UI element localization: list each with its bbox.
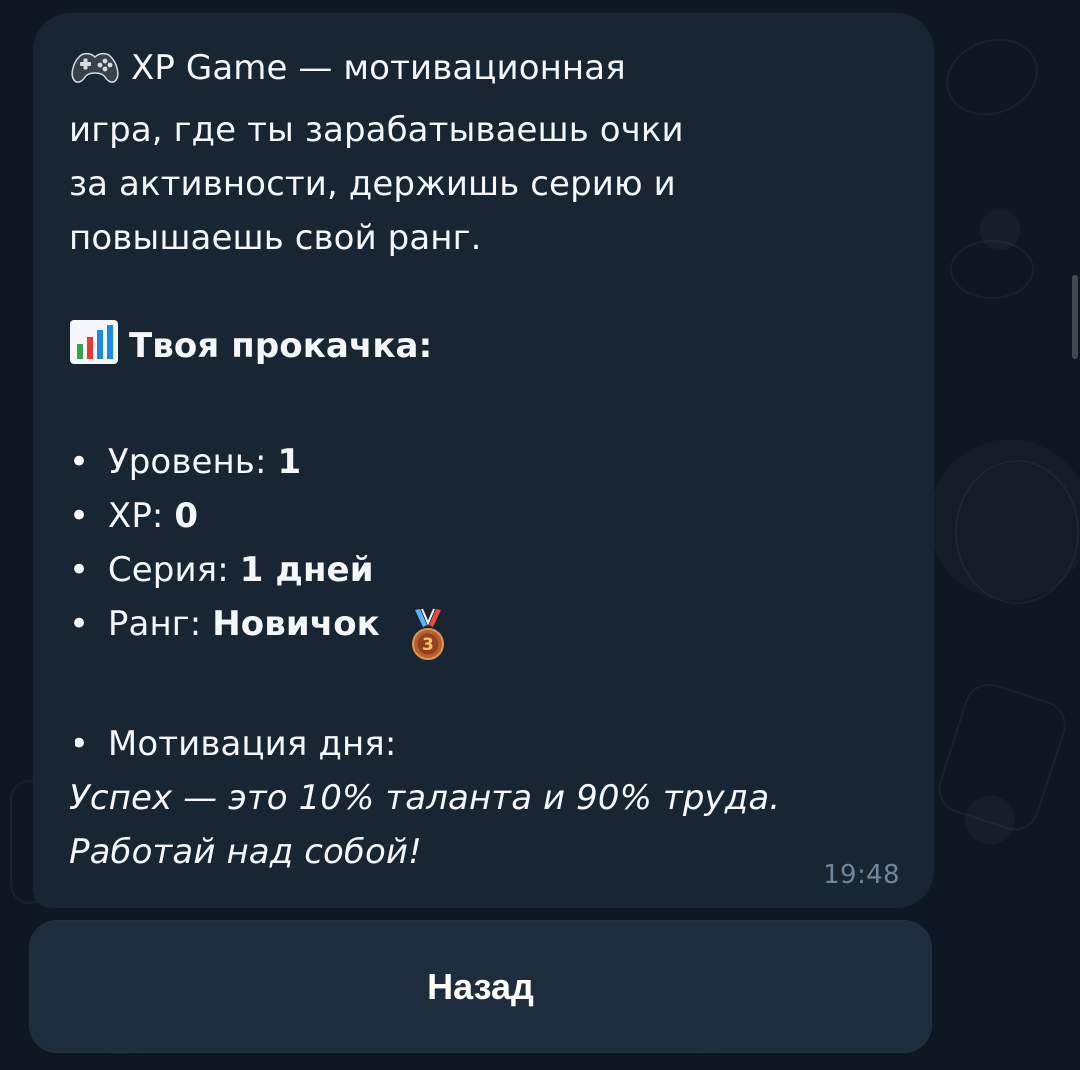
- svg-text:3: 3: [422, 635, 434, 655]
- motivation-label-line: • Мотивация дня:: [69, 717, 898, 771]
- bronze-medal-icon: 3: [399, 607, 444, 663]
- game-controller-icon: [69, 47, 121, 103]
- xp-label: XP:: [107, 496, 164, 536]
- back-button[interactable]: Назад: [29, 920, 932, 1053]
- intro-line-4: повышаешь свой ранг.: [69, 211, 898, 265]
- bar-chart-icon: [69, 319, 119, 381]
- streak-value: 1 дней: [239, 550, 374, 590]
- level-value: 1: [277, 442, 302, 482]
- stat-rank: • Ранг: Новичок 3: [69, 597, 898, 663]
- streak-label: Серия:: [107, 550, 229, 590]
- intro-line-1: XP Game — мотивационная: [69, 41, 898, 103]
- motivation-quote-line-2: Работай над собой!: [69, 825, 898, 879]
- rank-value: Новичок: [212, 604, 380, 644]
- level-label: Уровень:: [107, 442, 267, 482]
- bullet: •: [69, 604, 90, 644]
- stat-xp: • XP: 0: [69, 489, 898, 543]
- intro-line-2: игра, где ты зарабатываешь очки: [69, 103, 898, 157]
- motivation-quote-line-1: Успех — это 10% таланта и 90% труда.: [69, 771, 898, 825]
- motivation-label: Мотивация дня:: [107, 724, 397, 764]
- scroll-indicator[interactable]: [1072, 275, 1078, 359]
- progress-heading: Твоя прокачка:: [129, 326, 433, 366]
- intro-text-line-3: за активности, держишь серию и: [69, 164, 676, 204]
- background-doodle: [955, 460, 1079, 604]
- message-tail: [49, 720, 75, 746]
- motivation-quote-text-2: Работай над собой!: [69, 832, 422, 872]
- message-body: XP Game — мотивационная игра, где ты зар…: [69, 41, 898, 879]
- stat-level: • Уровень: 1: [69, 435, 898, 489]
- bullet: •: [69, 496, 90, 536]
- bullet: •: [69, 442, 90, 482]
- xp-value: 0: [174, 496, 199, 536]
- motivation-quote-text-1: Успех — это 10% таланта и 90% труда.: [69, 778, 781, 818]
- stat-streak: • Серия: 1 дней: [69, 543, 898, 597]
- bullet: •: [69, 550, 90, 590]
- intro-text-line-4: повышаешь свой ранг.: [69, 218, 482, 258]
- intro-text-line-2: игра, где ты зарабатываешь очки: [69, 110, 684, 150]
- rank-label: Ранг:: [107, 604, 202, 644]
- message-timestamp: 19:48: [823, 860, 900, 890]
- progress-heading-line: Твоя прокачка:: [69, 319, 898, 381]
- intro-line-3: за активности, держишь серию и: [69, 157, 898, 211]
- background-doodle: [950, 240, 1034, 299]
- message-bubble: XP Game — мотивационная игра, где ты зар…: [33, 13, 934, 908]
- background-doodle: [931, 677, 1073, 837]
- background-doodle: [935, 26, 1049, 128]
- intro-text-line-1: XP Game — мотивационная: [131, 48, 626, 88]
